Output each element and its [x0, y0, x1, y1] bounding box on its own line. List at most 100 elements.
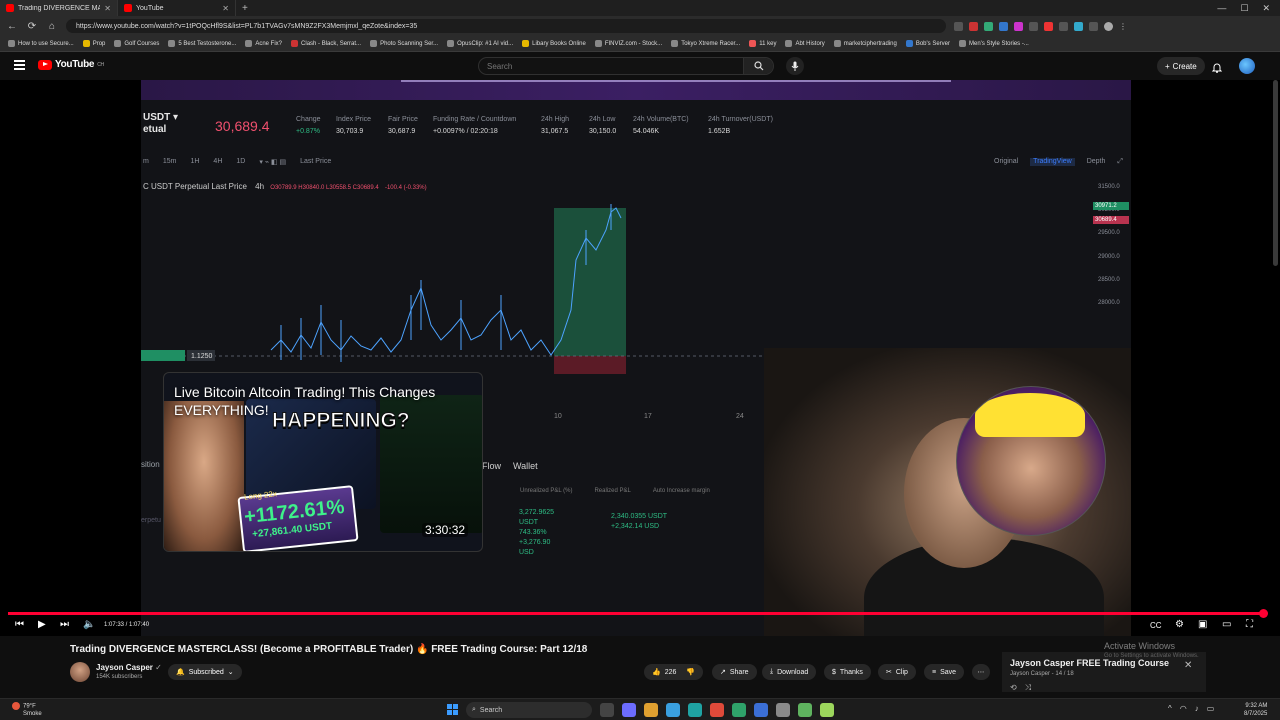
shuffle-icon[interactable]: ⤨	[1025, 683, 1039, 692]
channel-avatar[interactable]	[70, 662, 90, 682]
theater-mode-icon[interactable]: ▭	[1222, 619, 1231, 630]
bookmark-item[interactable]: Bob's Server	[905, 40, 950, 47]
browser-tab-active[interactable]: Trading DIVERGENCE MASTERCLASS! ✕	[0, 0, 118, 16]
task-view-icon[interactable]	[600, 703, 614, 717]
app-icon[interactable]	[754, 703, 768, 717]
close-window-icon[interactable]: ✕	[1262, 3, 1270, 14]
bookmark-item[interactable]: Clash - Black, Serrat...	[291, 40, 361, 47]
miniplayer-icon[interactable]: ▣	[1198, 619, 1207, 630]
hamburger-menu-icon[interactable]	[14, 60, 25, 70]
extension-icon[interactable]	[954, 21, 963, 31]
page-scrollbar[interactable]	[1273, 80, 1278, 266]
url-field[interactable]: https://www.youtube.com/watch?v=1tPOQcHf…	[66, 19, 946, 33]
app-icon[interactable]	[798, 703, 812, 717]
app-icon[interactable]	[820, 703, 834, 717]
wifi-icon[interactable]: ◠	[1180, 704, 1187, 713]
bookmark-item[interactable]: Men's Style Stories -...	[959, 40, 1029, 47]
bookmark-item[interactable]: FINVIZ.com - Stock...	[594, 40, 662, 47]
bookmark-item[interactable]: Libary Books Online	[522, 40, 586, 47]
chevron-up-icon[interactable]: ^	[1168, 704, 1172, 713]
battery-icon[interactable]: ▭	[1207, 704, 1215, 713]
play-icon[interactable]: ▶	[38, 619, 46, 630]
minimize-icon[interactable]: —	[1217, 3, 1226, 14]
edge-icon[interactable]	[688, 703, 702, 717]
extension-icon[interactable]	[1029, 21, 1038, 31]
youtube-logo[interactable]: YouTube CH	[38, 59, 104, 70]
taskbar-search[interactable]: ⌕ Search	[466, 702, 592, 718]
thumbs-down-icon[interactable]: 👎	[686, 668, 695, 676]
video-progress-bar[interactable]	[8, 609, 1268, 618]
more-dots-icon: ⋯	[977, 669, 985, 676]
weather-widget[interactable]: 79°F Smoke	[12, 702, 42, 718]
share-button[interactable]: ↗ Share	[712, 664, 757, 680]
tab-close-icon[interactable]: ✕	[104, 4, 111, 13]
end-screen-video-card[interactable]: HAPPENING? Long 22x +1172.61% +27,861.40…	[163, 372, 483, 552]
browser-tab[interactable]: YouTube ✕	[118, 0, 236, 16]
tab-close-icon[interactable]: ✕	[222, 4, 229, 13]
stat-value: +0.0097% / 02:20:18	[433, 128, 498, 135]
app-icon[interactable]	[732, 703, 746, 717]
back-icon[interactable]: ←	[6, 21, 18, 32]
bookmark-icon	[447, 40, 455, 47]
search-button[interactable]	[743, 58, 773, 74]
thanks-button[interactable]: $ Thanks	[824, 664, 871, 680]
end-screen-channel-avatar[interactable]	[956, 386, 1106, 536]
bookmark-item[interactable]: 11 key	[749, 40, 776, 47]
bookmark-item[interactable]: How to use Secure...	[8, 40, 74, 47]
channel-name[interactable]: Jayson Casper ✓	[96, 663, 162, 672]
create-button[interactable]: + Create	[1157, 57, 1205, 75]
extension-icon[interactable]	[999, 21, 1008, 31]
taskbar-clock[interactable]: 9:32 AM 8/7/2025	[1244, 702, 1267, 718]
bookmark-item[interactable]: 5 Best Testosterone...	[168, 40, 236, 47]
playlist-close-icon[interactable]: ✕	[1184, 660, 1192, 671]
next-icon[interactable]: ⏭	[60, 619, 69, 630]
search-input[interactable]	[479, 58, 743, 74]
extension-icon[interactable]	[1074, 21, 1083, 31]
bookmark-item[interactable]: Photo Scanning Ser...	[370, 40, 438, 47]
like-button[interactable]: 👍 226 👎	[644, 664, 704, 680]
bookmark-item[interactable]: Golf Courses	[114, 40, 159, 47]
volume-icon[interactable]: 🔈	[83, 619, 95, 630]
account-avatar[interactable]	[1239, 58, 1255, 74]
app-icon[interactable]	[644, 703, 658, 717]
speaker-icon[interactable]: ♪	[1195, 704, 1199, 713]
chrome-icon[interactable]	[710, 703, 724, 717]
playlist-title[interactable]: Jayson Casper FREE Trading Course	[1010, 658, 1169, 668]
notifications-bell-icon[interactable]	[1211, 60, 1223, 78]
previous-icon[interactable]: ⏮	[15, 619, 24, 630]
app-icon[interactable]	[622, 703, 636, 717]
menu-dots-icon[interactable]: ⋮	[1119, 22, 1128, 31]
save-button[interactable]: ≡ Save	[924, 664, 965, 680]
home-icon[interactable]: ⌂	[46, 21, 58, 32]
subscribed-button[interactable]: 🔔 Subscribed ⌄	[168, 664, 242, 680]
extension-icon[interactable]	[1044, 21, 1053, 31]
voice-search-button[interactable]	[786, 57, 804, 75]
bookmark-item[interactable]: Acne Fix?	[245, 40, 282, 47]
video-player[interactable]: USDT ▾ etual 30,689.4 Change +0.87% Index P…	[0, 80, 1280, 636]
bookmark-item[interactable]: OpusClip: #1 AI vid...	[447, 40, 513, 47]
download-button[interactable]: ⤓ Download	[762, 664, 817, 680]
windows-start-icon[interactable]	[447, 704, 458, 715]
captions-icon[interactable]: CC	[1150, 621, 1162, 630]
app-icon[interactable]	[666, 703, 680, 717]
app-icon[interactable]	[776, 703, 790, 717]
bookmark-item[interactable]: Tokyo Xtreme Racer...	[671, 40, 740, 47]
extension-icon[interactable]	[984, 21, 993, 31]
bookmark-item[interactable]: Abt History	[785, 40, 825, 47]
more-actions-button[interactable]: ⋯	[972, 664, 990, 680]
positions-tab-left: sition	[141, 460, 160, 469]
bookmark-item[interactable]: marketciphertrading	[833, 40, 897, 47]
loop-icon[interactable]: ⟲	[1010, 683, 1025, 692]
extension-icon[interactable]	[1014, 21, 1023, 31]
maximize-icon[interactable]: ☐	[1240, 3, 1248, 14]
bookmark-item[interactable]: Prop	[82, 40, 105, 47]
profile-icon[interactable]	[1104, 21, 1113, 31]
extension-icon[interactable]	[1059, 21, 1068, 31]
extension-icon[interactable]	[1089, 21, 1098, 31]
fullscreen-icon[interactable]: ⛶	[1246, 619, 1253, 630]
reload-icon[interactable]: ⟳	[26, 21, 38, 32]
settings-gear-icon[interactable]: ⚙	[1175, 619, 1184, 630]
clip-button[interactable]: ✂ Clip	[878, 664, 916, 680]
new-tab-button[interactable]: +	[236, 3, 254, 14]
extension-icon[interactable]	[969, 21, 978, 31]
